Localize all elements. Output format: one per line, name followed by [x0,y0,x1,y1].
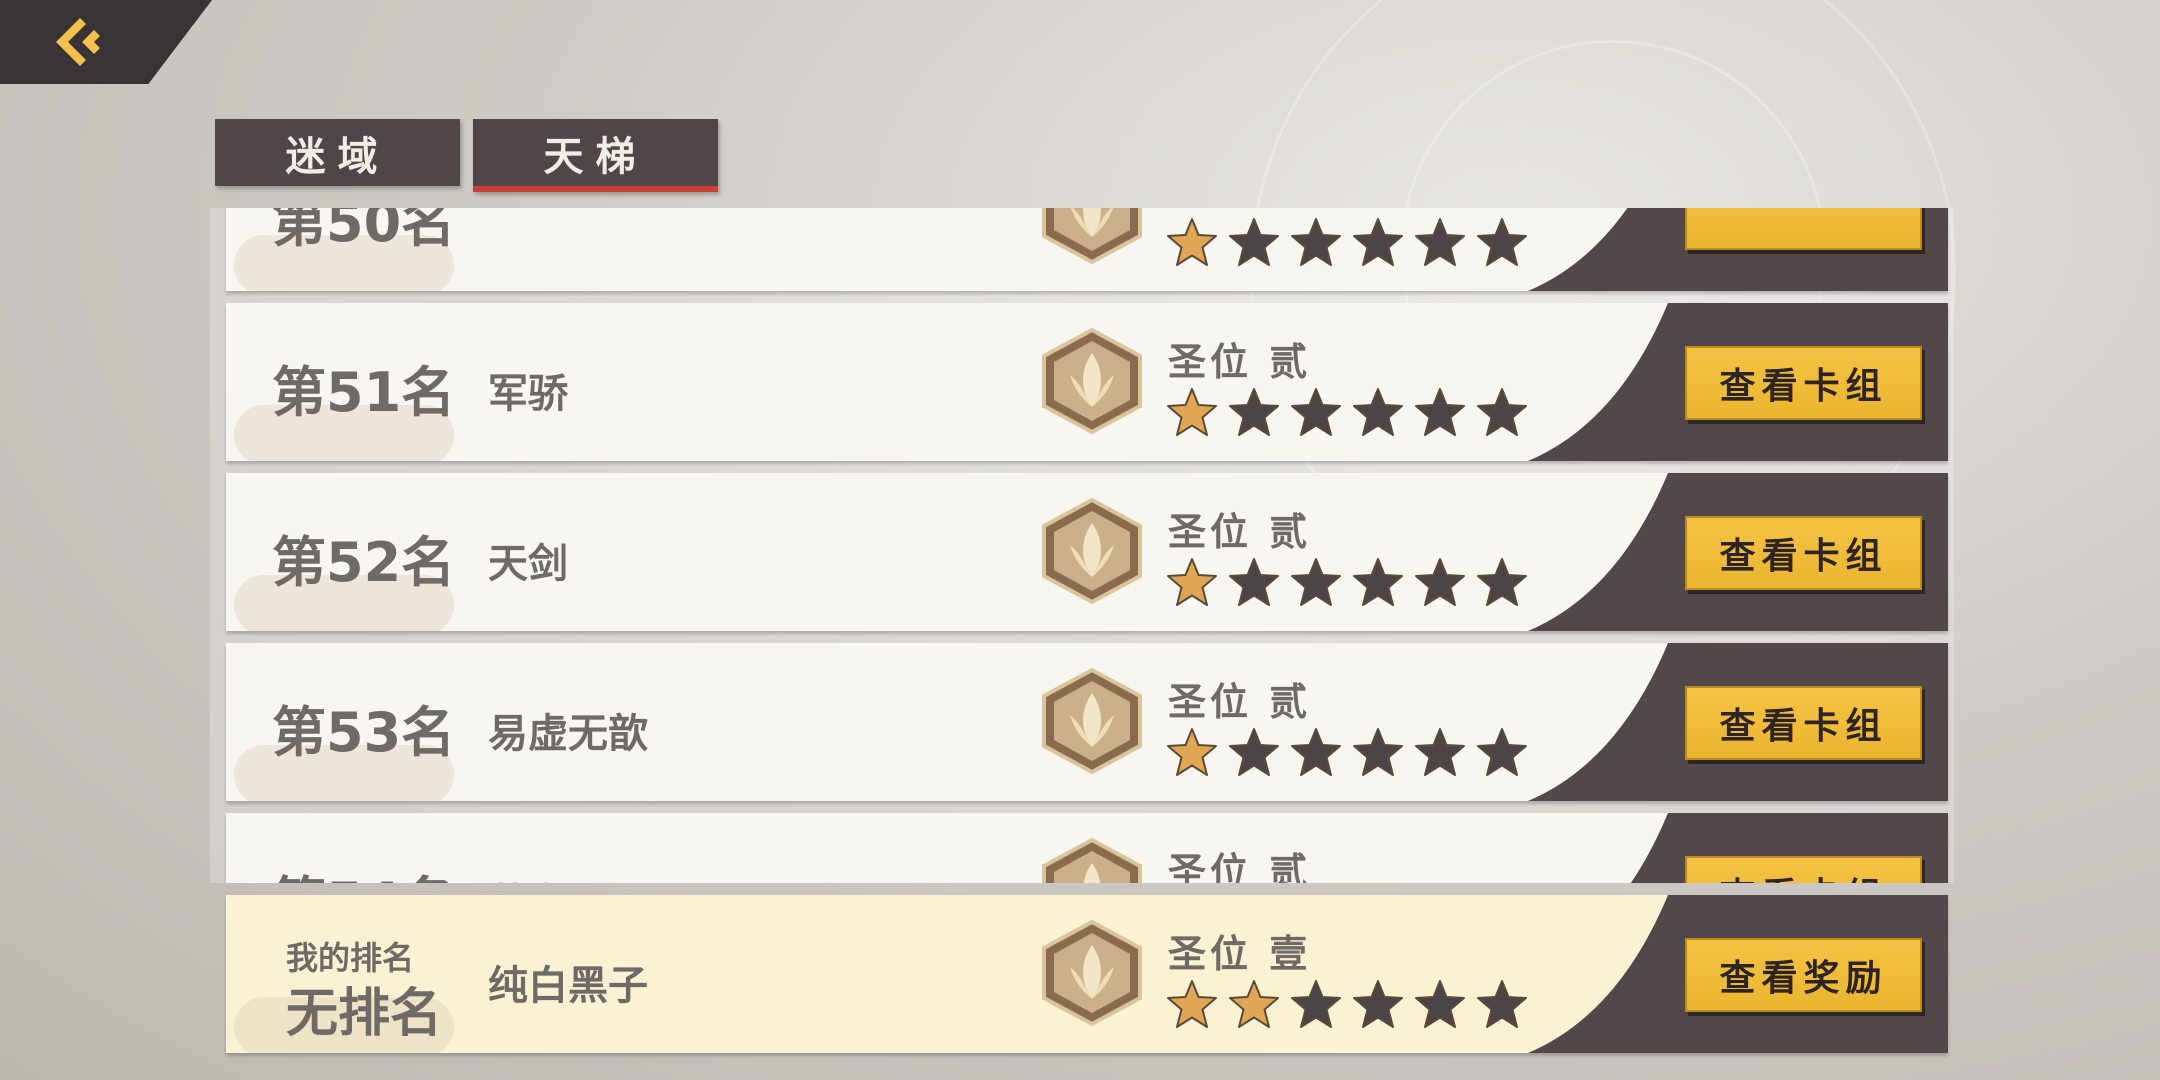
star-icon [1352,387,1404,437]
star-icon [1290,387,1342,437]
star-icon [1228,557,1280,607]
star-icon [1290,217,1342,267]
star-icon [1166,727,1218,777]
star-icon [1290,727,1342,777]
star-icon [1228,979,1280,1029]
rank-badge-icon [1040,837,1144,883]
tier-label: 圣位 贰 [1168,680,1312,724]
star-icon [1414,727,1466,777]
star-icon [1228,727,1280,777]
rank-badge-icon [1040,208,1144,269]
star-icon [1228,387,1280,437]
star-rating [1166,727,1528,777]
star-icon [1476,217,1528,267]
rank-badge-icon [1040,667,1144,779]
leaderboard-row: 第51名 军骄 圣位 贰 查看卡组 [226,303,1948,461]
star-icon [1414,979,1466,1029]
rank-number: 第52名 [272,531,456,594]
star-icon [1290,557,1342,607]
player-name: 墓白熙 [488,871,608,883]
rank-badge-icon [1040,497,1144,609]
rank-number: 第50名 [272,208,456,254]
back-arrow-icon [56,18,100,66]
star-icon [1476,727,1528,777]
rank-badge-icon [1040,327,1144,439]
star-icon [1352,979,1404,1029]
view-deck-button[interactable] [1685,208,1922,250]
star-icon [1352,727,1404,777]
back-button[interactable] [0,0,212,84]
player-name: 军骄 [488,371,568,417]
star-icon [1476,557,1528,607]
star-icon [1290,979,1342,1029]
leaderboard-list[interactable]: 第50名 第51名 军骄 圣位 贰查看卡组 第52名 天剑 圣位 贰查看卡组 第53名 易虚无歆… [210,208,1954,883]
tab-tianti[interactable]: 天梯 [473,119,718,192]
leaderboard-row: 第53名 易虚无歆 圣位 贰 查看卡组 [226,643,1948,801]
rank-badge-icon [1040,919,1144,1031]
star-icon [1352,557,1404,607]
star-icon [1476,979,1528,1029]
tier-label: 圣位 贰 [1168,850,1312,883]
tier-label: 圣位 壹 [1168,932,1312,976]
star-rating [1166,387,1528,437]
rank-number: 第53名 [272,701,456,764]
my-rank-row: 我的排名 无排名 纯白黑子 圣位 壹 查看奖励 [226,895,1948,1053]
view-rewards-button[interactable]: 查看奖励 [1685,938,1922,1012]
view-deck-button[interactable]: 查看卡组 [1685,856,1922,883]
leaderboard-row: 第50名 [226,208,1948,291]
leaderboard-row: 第52名 天剑 圣位 贰 查看卡组 [226,473,1948,631]
tab-miyu[interactable]: 迷域 [215,119,460,186]
player-name: 纯白黑子 [488,963,648,1009]
star-rating [1166,217,1528,267]
star-icon [1166,387,1218,437]
star-rating [1166,979,1528,1029]
star-icon [1166,979,1218,1029]
player-name: 易虚无歆 [488,711,648,757]
star-icon [1414,557,1466,607]
star-icon [1352,217,1404,267]
leaderboard-row: 第54名墓白熙 圣位 贰 查看卡组 [226,813,1948,883]
view-deck-button[interactable]: 查看卡组 [1685,686,1922,760]
star-rating [1166,557,1528,607]
rank-number: 第51名 [272,361,456,424]
rank-number: 第54名 [272,858,455,883]
star-icon [1166,557,1218,607]
star-icon [1414,217,1466,267]
star-icon [1166,217,1218,267]
view-deck-button[interactable]: 查看卡组 [1685,516,1922,590]
tier-label: 圣位 贰 [1168,340,1312,384]
my-rank-value: 无排名 [286,984,443,1044]
star-icon [1414,387,1466,437]
player-name: 天剑 [488,541,568,587]
star-icon [1228,217,1280,267]
tier-label: 圣位 贰 [1168,510,1312,554]
star-icon [1476,387,1528,437]
view-deck-button[interactable]: 查看卡组 [1685,346,1922,420]
